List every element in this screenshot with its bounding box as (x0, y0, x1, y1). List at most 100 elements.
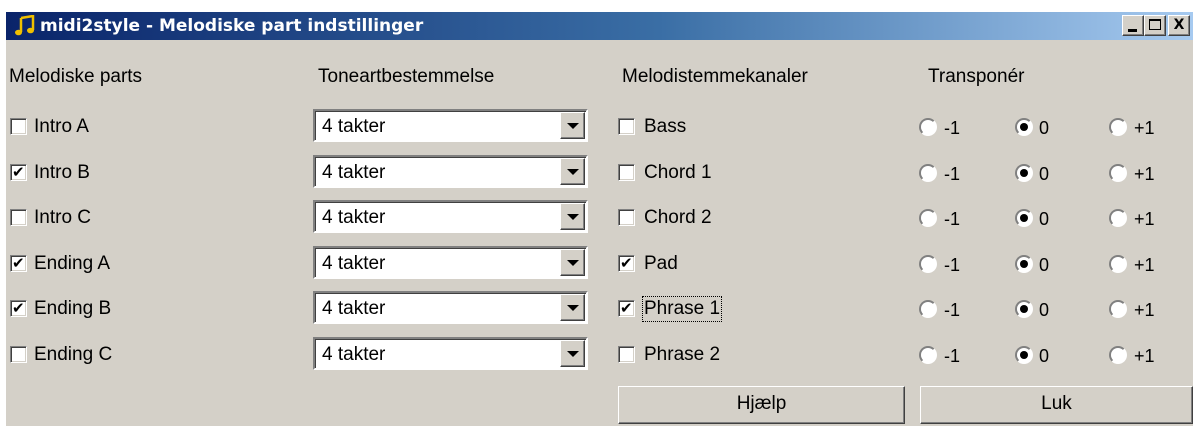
key-detection-select[interactable]: 4 takter (313, 155, 588, 188)
part-checkbox[interactable] (10, 346, 27, 363)
radio-dot-icon (1020, 351, 1028, 359)
transpose-option-label: -1 (944, 255, 961, 275)
transpose-radio[interactable] (1109, 255, 1127, 273)
chevron-down-icon (567, 214, 579, 220)
channel-label: Phrase 2 (644, 344, 721, 365)
transpose-radio[interactable] (1015, 164, 1033, 182)
transpose-option-label: -1 (944, 346, 961, 366)
transpose-radio[interactable] (919, 164, 937, 182)
header-key-detection: Toneartbestemmelse (318, 66, 495, 87)
radio-dot-icon (1020, 305, 1028, 313)
transpose-option-label: +1 (1134, 255, 1155, 275)
transpose-option-label: -1 (944, 118, 961, 138)
transpose-radio[interactable] (1015, 255, 1033, 273)
channel-label: Bass (644, 116, 687, 137)
channel-label: Pad (644, 253, 678, 274)
transpose-radio[interactable] (1015, 300, 1033, 318)
key-detection-select[interactable]: 4 takter (313, 246, 588, 279)
channel-checkbox[interactable] (618, 209, 635, 226)
transpose-option-label: -1 (944, 164, 961, 184)
select-value: 4 takter (322, 116, 386, 137)
dialog-window: midi2style - Melodiske part indstillinge… (0, 0, 1193, 426)
transpose-radio[interactable] (1015, 209, 1033, 227)
header-melodic-parts: Melodiske parts (9, 66, 143, 87)
channel-checkbox[interactable] (618, 346, 635, 363)
part-checkbox[interactable] (10, 118, 27, 135)
channel-label: Chord 1 (644, 162, 712, 183)
radio-dot-icon (1020, 169, 1028, 177)
part-label: Intro B (34, 162, 90, 183)
header-transpose: Transponér (928, 66, 1025, 87)
chevron-down-icon (567, 169, 579, 175)
select-value: 4 takter (322, 298, 386, 319)
transpose-radio[interactable] (1109, 118, 1127, 136)
transpose-option-label: -1 (944, 209, 961, 229)
checkmark-icon: ✔ (12, 163, 25, 181)
part-label: Intro C (34, 207, 92, 228)
transpose-option-label: +1 (1134, 346, 1155, 366)
radio-dot-icon (1020, 214, 1028, 222)
minimize-icon (1128, 29, 1137, 32)
transpose-radio[interactable] (919, 255, 937, 273)
chevron-down-icon (567, 305, 579, 311)
transpose-radio[interactable] (919, 346, 937, 364)
help-button[interactable]: Hjælp (618, 386, 905, 424)
dropdown-button[interactable] (560, 203, 585, 230)
minimize-button[interactable] (1122, 15, 1144, 36)
channel-checkbox[interactable]: ✔ (618, 254, 635, 272)
dropdown-button[interactable] (560, 340, 585, 367)
transpose-option-label: 0 (1039, 164, 1050, 184)
transpose-radio[interactable] (1109, 209, 1127, 227)
close-button[interactable]: X (1168, 15, 1190, 36)
radio-dot-icon (1020, 260, 1028, 268)
header-melody-channels: Melodistemmekanaler (622, 66, 808, 87)
transpose-radio[interactable] (1109, 346, 1127, 364)
dropdown-button[interactable] (560, 112, 585, 139)
transpose-radio[interactable] (1015, 346, 1033, 364)
dropdown-button[interactable] (560, 158, 585, 185)
select-value: 4 takter (322, 344, 386, 365)
transpose-radio[interactable] (1109, 300, 1127, 318)
transpose-radio[interactable] (919, 118, 937, 136)
dialog-client-area: Melodiske parts Toneartbestemmelse Melod… (6, 40, 1193, 426)
checkmark-icon: ✔ (12, 254, 25, 272)
transpose-radio[interactable] (1109, 164, 1127, 182)
part-checkbox[interactable]: ✔ (10, 299, 27, 317)
transpose-option-label: +1 (1134, 300, 1155, 320)
transpose-radio[interactable] (919, 209, 937, 227)
select-value: 4 takter (322, 207, 386, 228)
key-detection-select[interactable]: 4 takter (313, 109, 588, 142)
radio-dot-icon (1020, 123, 1028, 131)
part-checkbox[interactable]: ✔ (10, 254, 27, 272)
select-value: 4 takter (322, 162, 386, 183)
select-value: 4 takter (322, 253, 386, 274)
part-label: Ending B (34, 298, 112, 319)
part-checkbox[interactable]: ✔ (10, 163, 27, 181)
title-bar[interactable]: midi2style - Melodiske part indstillinge… (6, 12, 1193, 40)
checkmark-icon: ✔ (620, 299, 633, 317)
transpose-option-label: 0 (1039, 346, 1050, 366)
transpose-option-label: +1 (1134, 209, 1155, 229)
channel-checkbox[interactable] (618, 118, 635, 135)
maximize-button[interactable] (1144, 15, 1166, 36)
transpose-option-label: +1 (1134, 118, 1155, 138)
close-dialog-button[interactable]: Luk (920, 386, 1193, 424)
transpose-option-label: +1 (1134, 164, 1155, 184)
part-checkbox[interactable] (10, 209, 27, 226)
key-detection-select[interactable]: 4 takter (313, 200, 588, 233)
chevron-down-icon (567, 260, 579, 266)
transpose-option-label: 0 (1039, 209, 1050, 229)
channel-checkbox[interactable]: ✔ (618, 299, 635, 317)
part-label: Intro A (34, 116, 89, 137)
key-detection-select[interactable]: 4 takter (313, 337, 588, 370)
window-title: midi2style - Melodiske part indstillinge… (40, 16, 424, 36)
channel-checkbox[interactable] (618, 164, 635, 181)
transpose-radio[interactable] (1015, 118, 1033, 136)
transpose-option-label: 0 (1039, 118, 1050, 138)
transpose-radio[interactable] (919, 300, 937, 318)
dropdown-button[interactable] (560, 249, 585, 276)
dropdown-button[interactable] (560, 294, 585, 321)
key-detection-select[interactable]: 4 takter (313, 291, 588, 324)
chevron-down-icon (567, 351, 579, 357)
transpose-option-label: 0 (1039, 300, 1050, 320)
